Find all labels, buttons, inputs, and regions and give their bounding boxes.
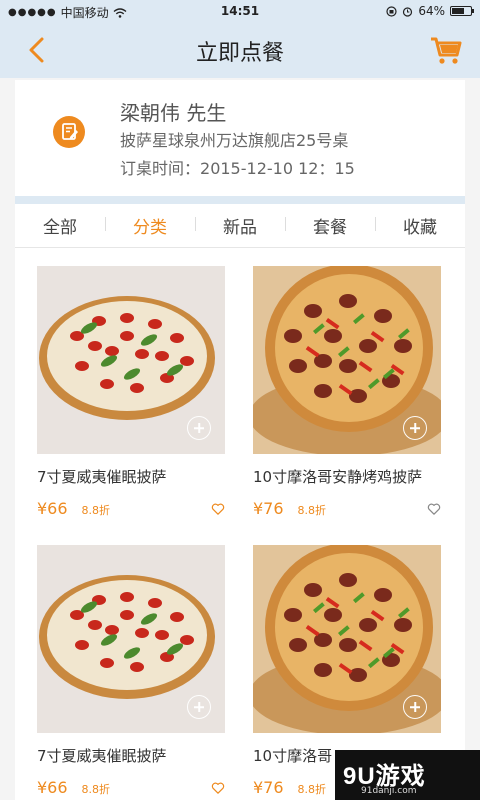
tab-favorites[interactable]: 收藏: [375, 213, 465, 238]
product-grid: 7寸夏威夷催眠披萨 ¥66 8.8折 10寸摩洛哥安静烤鸡披萨 ¥76 8.8折…: [15, 248, 465, 800]
alarm-icon: [403, 6, 413, 17]
category-tabs: 全部 分类 新品 套餐 收藏: [15, 204, 465, 248]
battery-percent: 64%: [418, 4, 445, 18]
orientation-lock-icon: [386, 5, 397, 17]
add-to-cart-button[interactable]: [403, 695, 427, 719]
chicken-pepper-pizza-image: [253, 266, 441, 454]
product-card[interactable]: 7寸夏威夷催眠披萨 ¥66 8.8折: [37, 266, 227, 521]
nav-bar: 立即点餐: [0, 22, 480, 78]
product-card[interactable]: 7寸夏威夷催眠披萨 ¥66 8.8折: [37, 545, 227, 800]
store-table-info: 披萨星球泉州万达旗舰店25号桌: [120, 131, 349, 150]
customer-name: 梁朝伟 先生: [120, 101, 227, 125]
heart-icon[interactable]: [427, 502, 441, 516]
price-row: ¥76 8.8折: [253, 499, 443, 521]
cart-button[interactable]: [428, 32, 464, 68]
discount-badge: 8.8折: [81, 504, 111, 517]
order-note-icon: [53, 116, 85, 148]
add-to-cart-button[interactable]: [187, 695, 211, 719]
product-price: ¥66: [37, 778, 68, 797]
heart-icon[interactable]: [211, 502, 225, 516]
cart-icon: [431, 37, 462, 64]
product-name: 10寸摩洛哥安静烤鸡披萨: [253, 468, 423, 486]
chicken-pepper-pizza-image: [253, 545, 441, 733]
tab-combo[interactable]: 套餐: [285, 213, 375, 238]
watermark-url: 91danji.com: [361, 786, 417, 796]
discount-badge: 8.8折: [81, 783, 111, 796]
price-row: ¥66 8.8折: [37, 778, 227, 800]
section-divider: [15, 196, 465, 204]
product-price: ¥66: [37, 499, 68, 518]
discount-badge: 8.8折: [297, 504, 327, 517]
reservation-time-value: 2015-12-10 12：15: [200, 159, 355, 178]
watermark-logo: 9U游戏 91danji.com: [335, 750, 480, 800]
product-price: ¥76: [253, 499, 284, 518]
battery-icon: [450, 6, 474, 16]
product-name: 7寸夏威夷催眠披萨: [37, 468, 167, 486]
reservation-time-label: 订桌时间：: [120, 159, 201, 178]
product-name: 7寸夏威夷催眠披萨: [37, 747, 167, 765]
margherita-pizza-image: [37, 266, 225, 454]
add-to-cart-button[interactable]: [187, 416, 211, 440]
discount-badge: 8.8折: [297, 783, 327, 796]
tab-new[interactable]: 新品: [195, 213, 285, 238]
price-row: ¥66 8.8折: [37, 499, 227, 521]
add-to-cart-button[interactable]: [403, 416, 427, 440]
product-card[interactable]: 10寸摩洛哥安静烤鸡披萨 ¥76 8.8折: [253, 266, 443, 521]
tab-all[interactable]: 全部: [15, 213, 105, 238]
reservation-time: 订桌时间：2015-12-10 12：15: [120, 155, 355, 179]
tab-category[interactable]: 分类: [105, 213, 195, 238]
status-bar: ●●●●● 中国移动 14:51 64%: [0, 0, 480, 22]
page-title: 立即点餐: [195, 41, 284, 66]
order-info-card: 梁朝伟 先生 披萨星球泉州万达旗舰店25号桌 订桌时间：2015-12-10 1…: [15, 80, 465, 196]
margherita-pizza-image: [37, 545, 225, 733]
status-right: 64%: [386, 4, 474, 18]
back-button[interactable]: [22, 34, 52, 66]
product-price: ¥76: [253, 778, 284, 797]
chevron-left-icon: [29, 37, 44, 63]
heart-icon[interactable]: [211, 781, 225, 795]
